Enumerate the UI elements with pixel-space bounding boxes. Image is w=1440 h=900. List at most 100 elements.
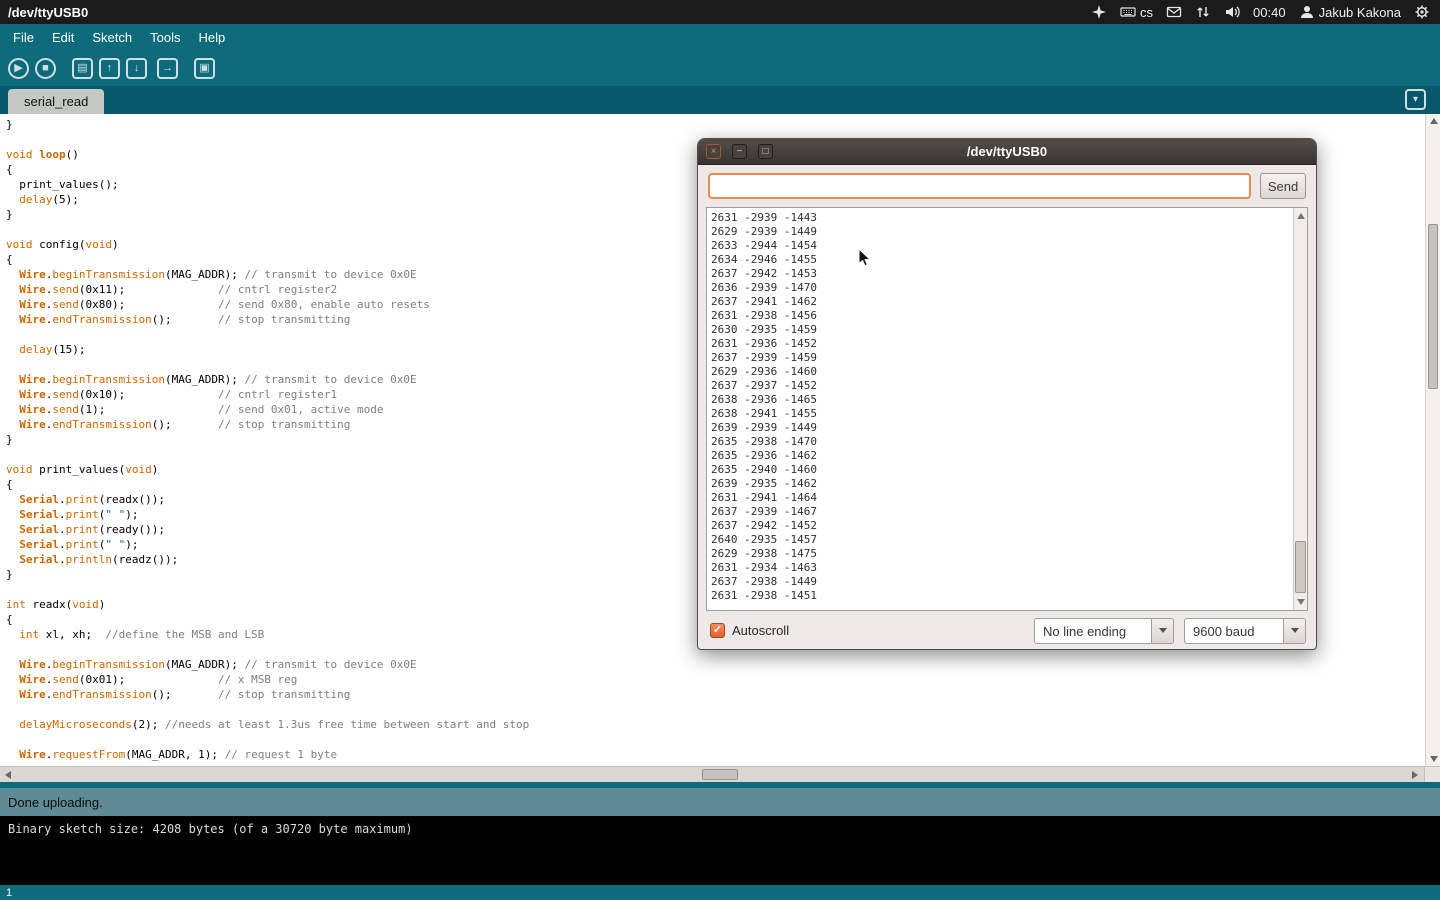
autoscroll-label: Autoscroll xyxy=(732,623,789,638)
panel-indicators: cs 00:40 Jakub Kakona xyxy=(1091,4,1440,20)
serial-monitor-title: /dev/ttyUSB0 xyxy=(698,144,1316,159)
scroll-down-arrow[interactable] xyxy=(1297,599,1305,605)
line-number-strip: 1 xyxy=(0,885,1440,900)
serial-row: 2637 -2939 -1459 xyxy=(711,351,1290,365)
serial-row: 2629 -2938 -1475 xyxy=(711,547,1290,561)
serial-row: 2633 -2944 -1454 xyxy=(711,239,1290,253)
keyboard-layout-label: cs xyxy=(1140,5,1153,20)
code-line xyxy=(6,702,1422,717)
scrollbar-corner xyxy=(1424,767,1440,783)
serial-row: 2629 -2936 -1460 xyxy=(711,365,1290,379)
send-button[interactable]: Send xyxy=(1260,173,1306,199)
code-line: } xyxy=(6,117,1422,132)
chevron-down-icon xyxy=(1159,628,1167,633)
scroll-left-arrow[interactable] xyxy=(5,771,11,779)
active-window-title: /dev/ttyUSB0 xyxy=(0,5,88,20)
dropdown-arrow-button[interactable] xyxy=(1151,619,1173,643)
line-indicator: 1 xyxy=(6,887,12,899)
serial-row: 2635 -2936 -1462 xyxy=(711,449,1290,463)
line-ending-dropdown[interactable]: No line ending xyxy=(1034,618,1174,644)
scroll-right-arrow[interactable] xyxy=(1412,771,1418,779)
user-icon xyxy=(1299,4,1315,20)
serial-output-wrap: 2631 -2939 -14432629 -2939 -14492633 -29… xyxy=(706,207,1308,611)
serial-row: 2631 -2934 -1463 xyxy=(711,561,1290,575)
code-line: Wire.requestFrom(MAG_ADDR, 1); // reques… xyxy=(6,747,1422,762)
serial-row: 2638 -2941 -1455 xyxy=(711,407,1290,421)
serial-row: 2631 -2938 -1451 xyxy=(711,589,1290,603)
menu-file[interactable]: File xyxy=(4,26,43,49)
serial-input[interactable] xyxy=(708,173,1251,199)
serial-monitor-titlebar[interactable]: × − □ /dev/ttyUSB0 xyxy=(698,139,1316,165)
menu-edit[interactable]: Edit xyxy=(43,26,83,49)
menu-tools[interactable]: Tools xyxy=(141,26,189,49)
autoscroll-checkbox[interactable]: ✓ xyxy=(710,623,725,638)
save-sketch-button[interactable]: ↓ xyxy=(126,58,147,79)
window-controls: × − □ xyxy=(706,144,773,159)
scroll-down-arrow[interactable] xyxy=(1430,756,1438,762)
status-message: Done uploading. xyxy=(8,795,103,810)
baud-rate-value: 9600 baud xyxy=(1185,619,1283,643)
serial-row: 2634 -2946 -1455 xyxy=(711,253,1290,267)
tab-serial-read[interactable]: serial_read xyxy=(8,89,104,114)
clock[interactable]: 00:40 xyxy=(1253,5,1286,20)
close-button[interactable]: × xyxy=(706,144,721,159)
code-line: Wire.beginTransmission(MAG_ADDR); // tra… xyxy=(6,657,1422,672)
serial-row: 2629 -2939 -1449 xyxy=(711,225,1290,239)
code-line: delayMicroseconds(2); //needs at least 1… xyxy=(6,717,1422,732)
serial-row: 2631 -2939 -1443 xyxy=(711,211,1290,225)
serial-row: 2630 -2935 -1459 xyxy=(711,323,1290,337)
tab-menu-button[interactable]: ▾ xyxy=(1405,89,1426,110)
editor-horizontal-scrollbar[interactable] xyxy=(0,766,1440,782)
console-output: Binary sketch size: 4208 bytes (of a 307… xyxy=(0,816,1440,885)
scrollbar-thumb[interactable] xyxy=(702,769,738,780)
menu-help[interactable]: Help xyxy=(189,26,234,49)
stop-button[interactable]: ■ xyxy=(35,58,56,79)
serial-row: 2631 -2938 -1456 xyxy=(711,309,1290,323)
menu-sketch[interactable]: Sketch xyxy=(83,26,141,49)
tabbar: serial_read ▾ xyxy=(0,86,1440,114)
volume-icon[interactable] xyxy=(1224,4,1240,20)
serial-row: 2637 -2942 -1453 xyxy=(711,267,1290,281)
code-line: Wire.endTransmission(); // stop transmit… xyxy=(6,687,1422,702)
toolbar: ▶ ■ ▤ ↑ ↓ → ▣ xyxy=(0,51,1440,86)
code-line xyxy=(6,732,1422,747)
serial-row: 2637 -2939 -1467 xyxy=(711,505,1290,519)
verify-button[interactable]: ▶ xyxy=(8,58,29,79)
keyboard-layout-indicator[interactable]: cs xyxy=(1120,4,1153,20)
status-bar: Done uploading. xyxy=(0,782,1440,816)
dropdown-arrow-button[interactable] xyxy=(1283,619,1305,643)
gear-icon[interactable] xyxy=(1414,4,1430,20)
chevron-down-icon xyxy=(1291,628,1299,633)
serial-row: 2638 -2936 -1465 xyxy=(711,393,1290,407)
serial-row: 2636 -2939 -1470 xyxy=(711,281,1290,295)
serial-row: 2637 -2941 -1462 xyxy=(711,295,1290,309)
network-arrows-icon[interactable] xyxy=(1195,4,1211,20)
minimize-button[interactable]: − xyxy=(732,144,747,159)
serial-output[interactable]: 2631 -2939 -14432629 -2939 -14492633 -29… xyxy=(711,211,1290,608)
serial-monitor-window: × − □ /dev/ttyUSB0 Send 2631 -2939 -1443… xyxy=(697,138,1317,650)
upload-button[interactable]: → xyxy=(157,58,178,79)
editor-vertical-scrollbar[interactable] xyxy=(1425,114,1440,766)
serial-row: 2635 -2938 -1470 xyxy=(711,435,1290,449)
code-line: Wire.send(0x01); // x MSB reg xyxy=(6,672,1422,687)
keyboard-icon xyxy=(1120,4,1136,20)
user-name: Jakub Kakona xyxy=(1319,5,1401,20)
baud-rate-dropdown[interactable]: 9600 baud xyxy=(1184,618,1306,644)
maximize-button[interactable]: □ xyxy=(758,144,773,159)
new-sketch-button[interactable]: ▤ xyxy=(72,58,93,79)
scroll-up-arrow[interactable] xyxy=(1297,213,1305,219)
serial-row: 2640 -2935 -1457 xyxy=(711,533,1290,547)
mail-icon[interactable] xyxy=(1166,4,1182,20)
open-sketch-button[interactable]: ↑ xyxy=(99,58,120,79)
top-panel: /dev/ttyUSB0 cs 00:40 Jakub Kakona xyxy=(0,0,1440,24)
scrollbar-thumb[interactable] xyxy=(1428,224,1438,389)
serial-scrollbar[interactable] xyxy=(1293,208,1307,610)
line-ending-value: No line ending xyxy=(1035,619,1151,643)
serial-monitor-button[interactable]: ▣ xyxy=(194,58,215,79)
user-menu[interactable]: Jakub Kakona xyxy=(1299,4,1401,20)
indicator-icon[interactable] xyxy=(1091,4,1107,20)
serial-input-row: Send xyxy=(708,173,1306,199)
scroll-up-arrow[interactable] xyxy=(1430,118,1438,124)
serial-row: 2639 -2935 -1462 xyxy=(711,477,1290,491)
scrollbar-thumb[interactable] xyxy=(1295,541,1306,593)
